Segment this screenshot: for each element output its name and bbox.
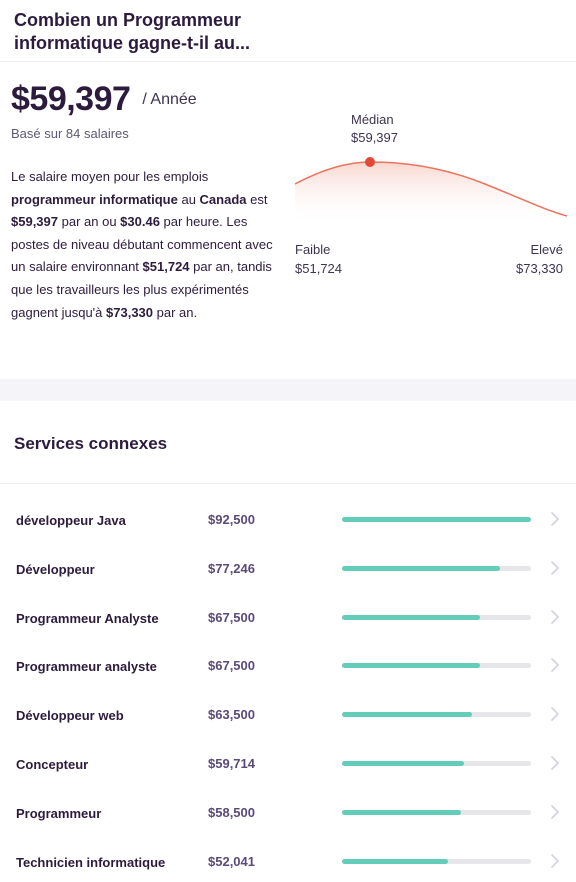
service-salary: $67,500 <box>208 609 255 625</box>
service-name: Concepteur <box>16 756 89 772</box>
page-title: Combien un Programmeur informatique gagn… <box>14 10 251 53</box>
salary-bar-fill <box>342 809 462 815</box>
salary-period: / Année <box>142 91 197 108</box>
service-salary: $63,500 <box>208 707 255 723</box>
salary-distribution-chart: Médian $59,397 Faible $51,724 Elevé $73,… <box>295 110 567 280</box>
chevron-right-icon[interactable] <box>548 656 562 674</box>
service-row[interactable]: développeur Java $92,500 <box>0 495 576 544</box>
service-row[interactable]: Technicien informatique $52,041 <box>0 837 576 882</box>
service-name: Programmeur analyste <box>16 659 157 675</box>
related-services-title: Services connexes <box>14 434 168 453</box>
high-label: Elevé <box>530 242 563 257</box>
service-name: Technicien informatique <box>16 854 166 870</box>
salary-bar-track <box>342 858 531 864</box>
chevron-right-icon[interactable] <box>548 754 562 772</box>
distribution-curve <box>295 157 567 224</box>
service-row[interactable]: Programmeur $58,500 <box>0 788 576 837</box>
related-services-list: développeur Java $92,500 Développeur $77,24… <box>0 495 576 882</box>
service-name: Programmeur Analyste <box>16 610 159 626</box>
low-value: $51,724 <box>295 261 342 276</box>
page-header: Combien un Programmeur informatique gagn… <box>0 0 576 62</box>
service-row[interactable]: Programmeur analyste $67,500 <box>0 641 576 690</box>
entry-salary-highlight: $51,724 <box>142 259 190 275</box>
service-row[interactable]: Développeur $77,246 <box>0 544 576 593</box>
salary-bar-track <box>342 712 531 718</box>
service-salary: $52,041 <box>208 853 255 869</box>
divider <box>0 483 576 484</box>
senior-salary-highlight: $73,330 <box>106 304 154 320</box>
service-salary: $77,246 <box>208 560 255 576</box>
country-highlight: Canada <box>199 191 247 207</box>
service-salary: $92,500 <box>208 512 255 527</box>
service-name: Développeur <box>16 561 95 577</box>
service-row[interactable]: Concepteur $59,714 <box>0 739 576 788</box>
salary-bar-fill <box>342 565 500 571</box>
salary-bar-track <box>342 517 531 522</box>
service-salary: $67,500 <box>208 658 255 674</box>
average-salary: $59,397 / Année <box>11 80 197 119</box>
salary-bar-track <box>342 663 531 669</box>
high-value: $73,330 <box>516 261 563 276</box>
distribution-area <box>295 162 567 224</box>
median-value: $59,397 <box>351 130 398 145</box>
salary-bar-fill <box>342 614 480 620</box>
median-label: Médian <box>351 112 394 127</box>
service-name: développeur Java <box>16 513 126 528</box>
chevron-right-icon[interactable] <box>548 705 562 723</box>
salary-description: Le salaire moyen pour les emplois progra… <box>11 169 273 320</box>
salary-amount: $59,397 <box>11 80 131 118</box>
chevron-right-icon[interactable] <box>548 608 562 626</box>
salary-bar-fill <box>342 517 531 522</box>
median-marker <box>365 157 375 167</box>
salary-bar-track <box>342 760 531 766</box>
salary-bar-fill <box>342 712 472 718</box>
section-separator <box>0 379 576 401</box>
service-name: Programmeur <box>16 805 102 821</box>
salary-bar-fill <box>342 858 449 864</box>
salary-bar-fill <box>342 760 465 766</box>
salary-bar-track <box>342 565 531 571</box>
chevron-right-icon[interactable] <box>548 559 562 577</box>
chevron-right-icon[interactable] <box>548 510 562 528</box>
salary-bar-track <box>342 614 531 620</box>
chevron-right-icon[interactable] <box>548 852 562 870</box>
job-title-highlight: programmeur informatique <box>11 191 178 207</box>
salary-bar-fill <box>342 663 480 669</box>
service-row[interactable]: Programmeur Analyste $67,500 <box>0 593 576 642</box>
service-salary: $58,500 <box>208 804 255 820</box>
low-label: Faible <box>295 242 331 257</box>
chevron-right-icon[interactable] <box>548 803 562 821</box>
yearly-salary-highlight: $59,397 <box>11 214 58 230</box>
service-row[interactable]: Développeur web $63,500 <box>0 690 576 739</box>
hourly-salary-highlight: $30.46 <box>120 214 160 230</box>
service-name: Développeur web <box>16 708 124 724</box>
sample-size-note: Basé sur 84 salaires <box>11 126 129 141</box>
service-salary: $59,714 <box>208 755 255 771</box>
salary-bar-track <box>342 809 531 815</box>
